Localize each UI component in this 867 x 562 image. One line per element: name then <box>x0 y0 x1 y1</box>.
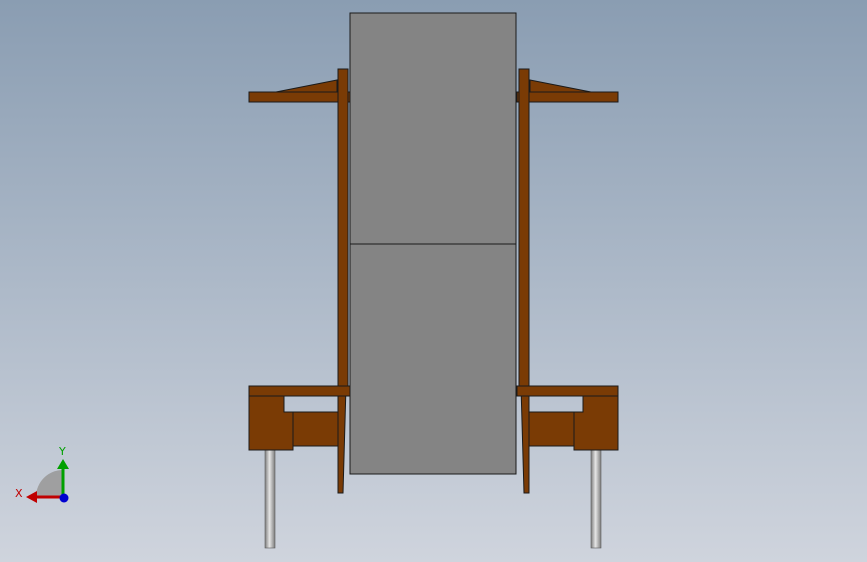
x-axis-arrowhead <box>26 491 37 503</box>
right-bottom-shelf <box>516 385 619 397</box>
coordinate-triad: Y X <box>15 445 69 503</box>
y-axis-arrowhead <box>57 459 69 469</box>
left-wall <box>337 68 349 494</box>
y-axis-label: Y <box>58 445 66 458</box>
z-axis-dot <box>59 493 69 503</box>
right-base-inner <box>528 411 575 447</box>
left-base-inner <box>292 411 339 447</box>
right-wall <box>518 68 530 494</box>
right-top-gusset <box>529 79 592 93</box>
triad-plane-marker <box>36 470 63 497</box>
left-bottom-shelf <box>248 385 351 397</box>
left-pin <box>264 449 276 549</box>
core-lower-half <box>349 243 517 475</box>
left-top-gusset <box>275 79 338 93</box>
left-top-flange <box>248 91 351 103</box>
core-upper-half <box>349 12 517 245</box>
right-pin <box>590 449 602 549</box>
right-top-flange <box>516 91 619 103</box>
cad-viewport[interactable]: Y X <box>0 0 867 562</box>
transformer-model-drawing: Y X <box>15 12 619 549</box>
x-axis-label: X <box>15 487 23 500</box>
